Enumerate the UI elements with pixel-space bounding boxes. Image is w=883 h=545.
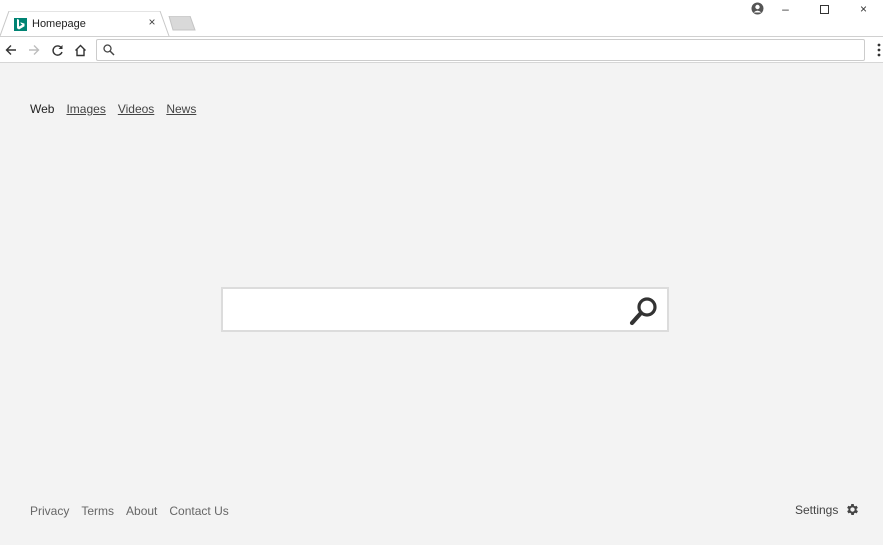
search-box — [221, 287, 669, 332]
close-tab-icon[interactable]: × — [146, 15, 158, 29]
search-button[interactable] — [628, 295, 660, 327]
new-tab-button[interactable] — [166, 16, 198, 31]
back-arrow-icon[interactable] — [1, 40, 21, 60]
home-icon[interactable] — [70, 40, 90, 60]
browser-toolbar — [0, 36, 883, 63]
scope-nav: Web Images Videos News — [30, 102, 208, 116]
scope-news[interactable]: News — [166, 102, 196, 116]
gear-icon — [847, 504, 859, 515]
scope-web[interactable]: Web — [30, 102, 54, 116]
footer-link-terms[interactable]: Terms — [81, 504, 114, 518]
tab-title: Homepage — [32, 18, 86, 30]
search-icon — [103, 44, 115, 56]
more-vert-icon[interactable] — [874, 41, 883, 59]
tab-content: Homepage — [14, 16, 86, 32]
footer-links: Privacy Terms About Contact Us — [30, 504, 241, 518]
settings-label: Settings — [795, 502, 839, 517]
window-controls: – × — [766, 0, 883, 18]
forward-arrow-icon[interactable] — [24, 40, 44, 60]
footer-link-about[interactable]: About — [126, 504, 157, 518]
magnifier-icon — [629, 297, 657, 326]
profile-icon[interactable] — [751, 2, 764, 15]
close-window-icon[interactable]: × — [844, 0, 883, 18]
bing-logo-icon — [14, 17, 27, 31]
title-bar: Homepage × – × — [0, 0, 883, 36]
address-bar[interactable] — [96, 39, 865, 61]
reload-icon[interactable] — [47, 40, 67, 60]
minimize-icon[interactable]: – — [766, 0, 805, 18]
footer-link-contact[interactable]: Contact Us — [169, 504, 228, 518]
search-input[interactable] — [229, 295, 619, 324]
settings-button[interactable]: Settings — [795, 502, 860, 517]
scope-images[interactable]: Images — [66, 102, 105, 116]
footer-link-privacy[interactable]: Privacy — [30, 504, 69, 518]
address-input[interactable] — [121, 42, 856, 58]
scope-videos[interactable]: Videos — [118, 102, 154, 116]
maximize-icon[interactable] — [805, 0, 844, 18]
